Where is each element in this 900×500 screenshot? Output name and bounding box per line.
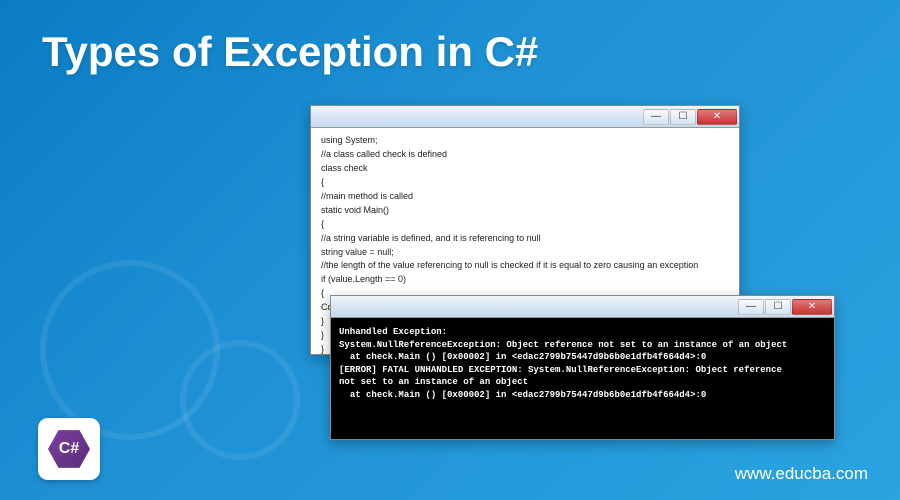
console-output: Unhandled Exception: System.NullReferenc… [331,318,834,439]
maximize-button[interactable]: ☐ [765,299,791,315]
minimize-button[interactable]: — [738,299,764,315]
page-title: Types of Exception in C# [42,28,538,76]
titlebar: — ☐ ✕ [331,296,834,318]
csharp-hex-icon: C# [48,428,90,470]
bg-gear-decor [180,340,300,460]
close-button[interactable]: ✕ [697,109,737,125]
site-url: www.educba.com [735,464,868,484]
csharp-logo: C# [38,418,100,480]
maximize-button[interactable]: ☐ [670,109,696,125]
close-button[interactable]: ✕ [792,299,832,315]
console-window: — ☐ ✕ Unhandled Exception: System.NullRe… [330,295,835,440]
logo-text: C# [59,440,79,458]
minimize-button[interactable]: — [643,109,669,125]
titlebar: — ☐ ✕ [311,106,739,128]
